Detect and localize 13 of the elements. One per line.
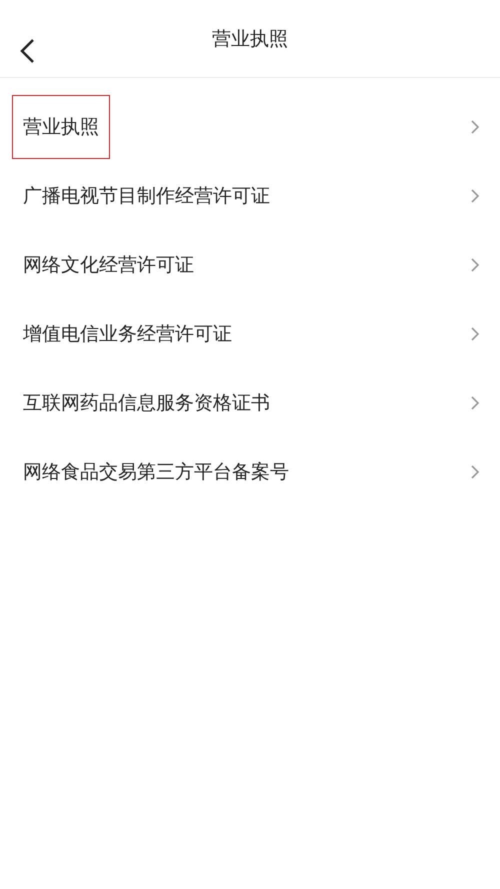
menu-item[interactable]: 网络食品交易第三方平台备案号 xyxy=(12,440,300,504)
chevron-right-icon xyxy=(470,464,480,480)
chevron-right-icon xyxy=(470,256,480,272)
menu-item[interactable]: 营业执照 xyxy=(12,94,110,158)
chevron-right-icon xyxy=(470,188,480,204)
menu-item[interactable]: 增值电信业务经营许可证 xyxy=(12,302,243,366)
page-title: 营业执照 xyxy=(212,26,288,52)
menu-item[interactable]: 网络文化经营许可证 xyxy=(12,232,205,296)
chevron-right-icon xyxy=(470,394,480,410)
chevron-right-icon xyxy=(470,118,480,134)
chevron-right-icon xyxy=(470,326,480,342)
menu-item[interactable]: 广播电视节目制作经营许可证 xyxy=(12,164,281,228)
menu-item[interactable]: 互联网药品信息服务资格证书 xyxy=(12,370,281,434)
